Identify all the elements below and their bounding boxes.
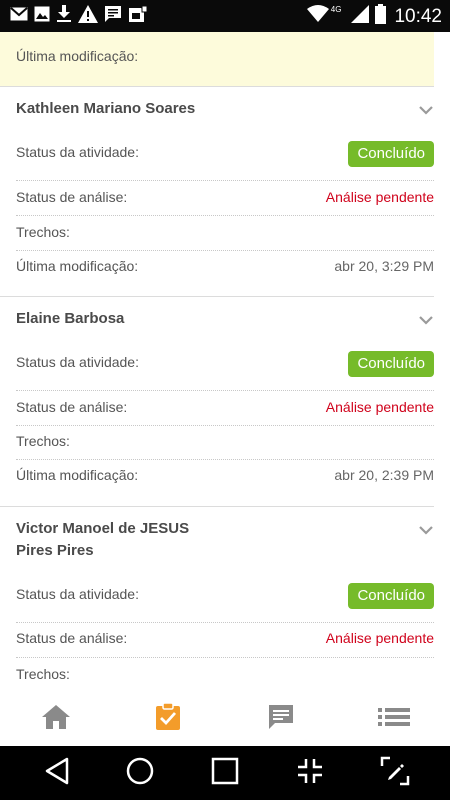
chevron-down-icon[interactable] [418,102,434,120]
edit-screenshot-button[interactable] [365,746,425,800]
image-icon [34,6,50,22]
recents-icon [211,757,239,790]
row-divider [16,622,434,623]
notification-icons [10,5,148,23]
row-divider [16,390,434,391]
nav-tasks[interactable] [112,692,224,746]
highlighted-card-bottom: Última modificação: [0,32,434,86]
status-badge: Concluído [348,141,434,167]
row-divider [16,459,434,460]
activity-status-label: Status da atividade: [16,586,139,602]
analysis-status-label: Status de análise: [16,399,128,415]
excerpts-label: Trechos: [16,666,70,682]
activity-status-label: Status da atividade: [16,144,139,160]
bottom-navigation [0,692,450,746]
system-navigation-bar [0,746,450,800]
back-icon [44,757,70,790]
nav-home[interactable] [0,692,112,746]
activity-status-label: Status da atividade: [16,354,139,370]
back-button[interactable] [27,746,87,800]
status-bar: 4G 10:42 [0,0,450,32]
message-icon [104,5,122,23]
nav-messages[interactable] [225,692,337,746]
row-divider [16,657,434,658]
chevron-down-icon[interactable] [418,522,434,540]
nav-list[interactable] [338,692,450,746]
excerpts-label: Trechos: [16,433,70,449]
status-badge: Concluído [348,351,434,377]
last-modified-label: Última modificação: [16,48,139,64]
row-divider [16,250,434,251]
edit-icon [380,756,410,791]
row-divider [16,180,434,181]
student-name: Kathleen Mariano Soares [16,100,196,117]
row-divider [16,425,434,426]
tasks-icon [155,701,181,736]
battery-icon [375,4,387,29]
analysis-status-label: Status de análise: [16,189,128,205]
excerpts-label: Trechos: [16,224,70,240]
download-icon [56,5,72,23]
recents-button[interactable] [195,746,255,800]
last-modified-label: Última modificação: [16,258,139,274]
home-button[interactable] [110,746,170,800]
submissions-list[interactable]: Última modificação: Kathleen Mariano Soa… [0,32,450,692]
clock: 10:42 [394,5,442,27]
analysis-status-value: Análise pendente [325,399,434,415]
last-modified-label: Última modificação: [16,467,139,483]
gmail-icon [10,7,28,21]
warning-icon [78,5,98,23]
last-modified-value: abr 20, 3:29 PM [334,258,434,274]
signal-icon [351,5,370,28]
home-circle-icon [126,757,154,790]
student-name-line-2: Pires Pires [16,542,94,559]
messages-icon [268,704,294,735]
submission-card[interactable]: Victor Manoel de JESUS Pires Pires Statu… [0,507,450,692]
submission-card[interactable]: Elaine Barbosa Status da atividade: Conc… [0,297,450,506]
list-icon [378,707,410,732]
student-name-line-1: Victor Manoel de JESUS [16,520,190,537]
submission-card[interactable]: Kathleen Mariano Soares Status da ativid… [0,87,450,297]
analysis-status-label: Status de análise: [16,630,128,646]
collapse-icon [296,757,324,790]
status-badge: Concluído [348,583,434,609]
chevron-down-icon[interactable] [418,312,434,330]
sim-icon [128,5,148,23]
network-type: 4G [330,5,342,14]
system-indicators: 4G 10:42 [306,4,442,29]
analysis-status-value: Análise pendente [325,630,434,646]
collapse-button[interactable] [280,746,340,800]
student-name: Elaine Barbosa [16,310,125,327]
row-divider [16,215,434,216]
last-modified-value: abr 20, 2:39 PM [334,467,434,483]
analysis-status-value: Análise pendente [325,189,434,205]
home-icon [41,704,71,735]
wifi-icon [306,5,329,28]
